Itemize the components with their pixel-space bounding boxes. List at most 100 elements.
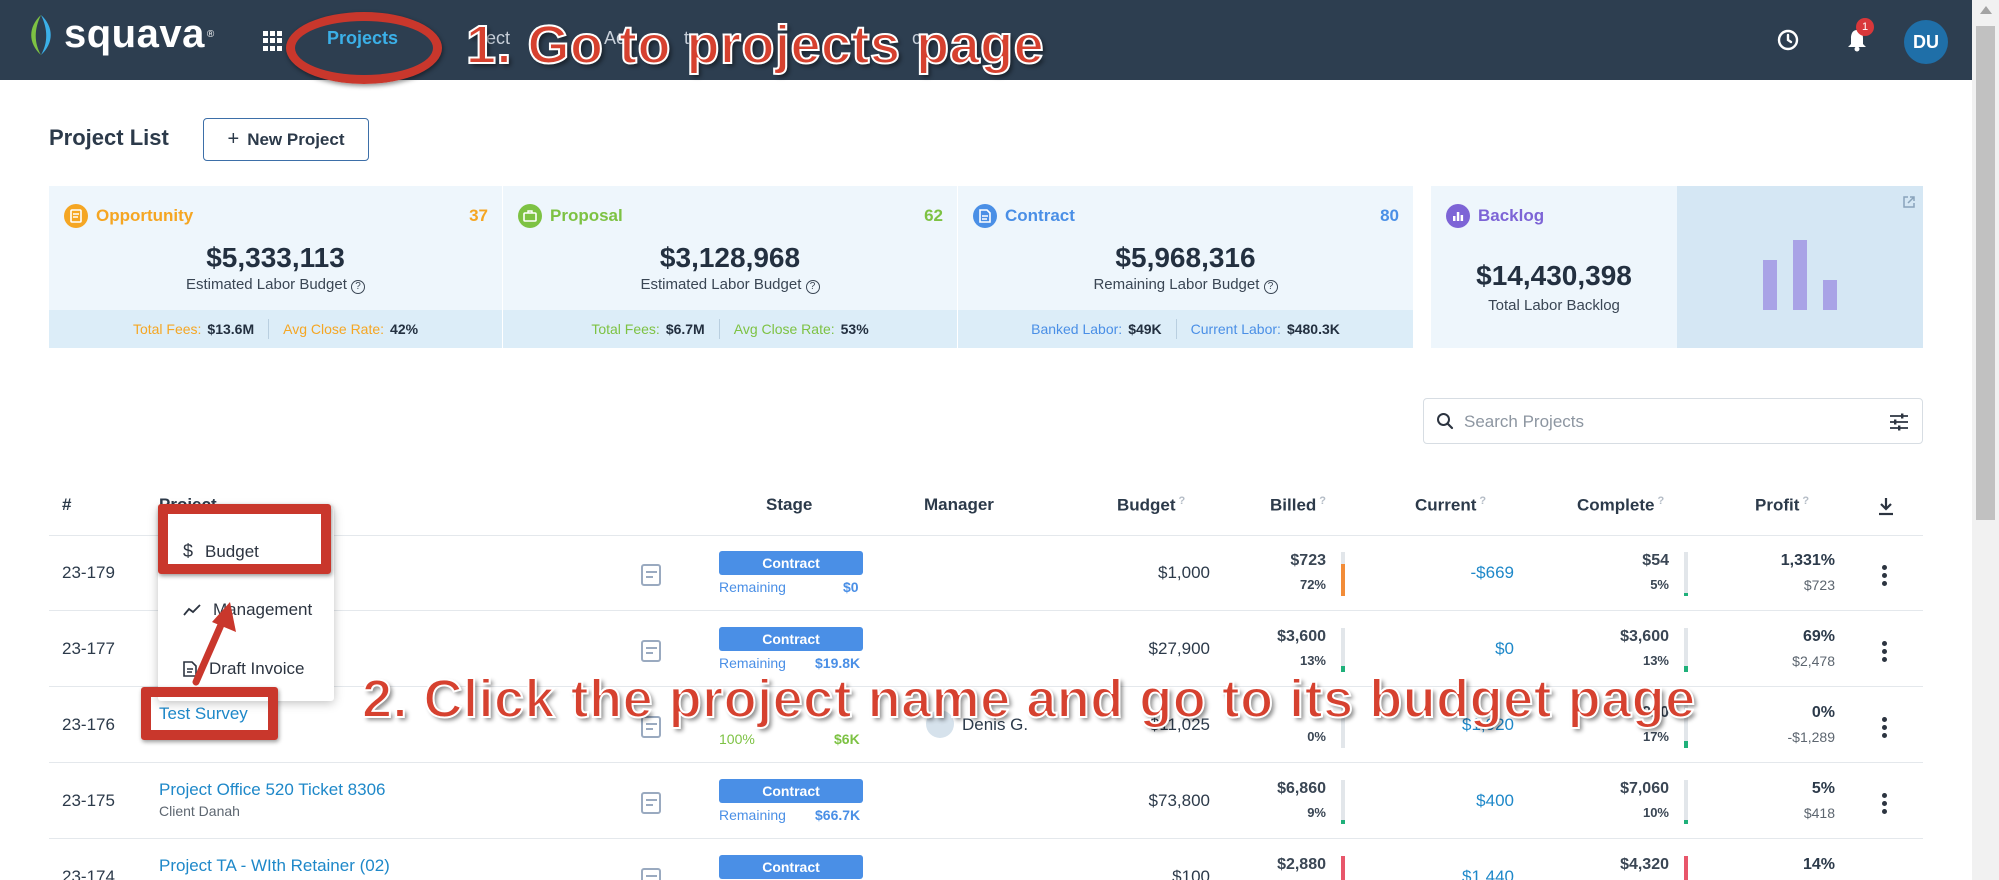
notification-badge: 1 [1856, 18, 1874, 36]
current-value[interactable]: $400 [1400, 791, 1514, 811]
stage-value: $66.7K [815, 807, 861, 823]
row-menu-icon[interactable] [1882, 641, 1888, 665]
stage-badge[interactable]: Contract [719, 779, 863, 803]
budget-value: $100 [1172, 867, 1210, 880]
document-icon [64, 204, 88, 228]
leaf-logo-icon [31, 14, 51, 55]
highlight-box-budget [158, 504, 331, 574]
scroll-up-arrow-icon[interactable] [1980, 6, 1992, 14]
column-header-complete[interactable]: Complete? [1577, 495, 1664, 516]
proposal-card[interactable]: Proposal 62 $3,128,968 Estimated Labor B… [503, 186, 957, 348]
project-number: 23-177 [62, 639, 115, 658]
budget-value: $73,800 [1148, 791, 1210, 810]
stage-badge[interactable]: Contract [719, 627, 863, 651]
row-menu-icon[interactable] [1882, 793, 1888, 817]
help-circle-icon[interactable]: ? [1263, 280, 1278, 294]
profit-amount: $2,478 [1792, 653, 1835, 669]
billed-percent: 0% [1307, 729, 1326, 744]
row-menu-icon[interactable] [1882, 717, 1888, 741]
highlight-ellipse-projects [286, 12, 442, 84]
mini-bar-2 [1793, 240, 1807, 310]
bar-chart-icon [1446, 204, 1470, 228]
help-circle-icon[interactable]: ? [351, 280, 366, 294]
current-value[interactable]: $0 [1400, 639, 1514, 659]
stage-badge[interactable]: Contract [719, 855, 863, 879]
notes-icon[interactable] [641, 868, 661, 880]
card-footer: Banked Labor: $49K Current Labor: $480.3K [958, 310, 1413, 348]
new-project-button[interactable]: + New Project [203, 118, 369, 161]
notes-icon[interactable] [641, 640, 661, 662]
search-projects-input[interactable]: Search Projects [1423, 398, 1923, 444]
squava-logo[interactable]: squava ® [24, 12, 214, 57]
download-icon[interactable] [1878, 496, 1894, 516]
card-title: Proposal [550, 206, 623, 225]
complete-percent: 5% [1650, 577, 1669, 592]
column-header-current[interactable]: Current? [1415, 495, 1486, 516]
scrollbar-thumb[interactable] [1976, 26, 1995, 520]
billed-value: $723 [1290, 552, 1326, 569]
user-avatar[interactable]: DU [1904, 20, 1948, 64]
complete-value: $54 [1642, 552, 1669, 569]
column-header-manager[interactable]: Manager [924, 495, 994, 515]
column-header-profit[interactable]: Profit? [1755, 495, 1809, 516]
column-header-stage[interactable]: Stage [766, 495, 812, 515]
profit-percent: 1,331% [1780, 552, 1835, 569]
opportunity-card[interactable]: Opportunity 37 $5,333,113 Estimated Labo… [49, 186, 502, 348]
complete-progress [1684, 628, 1688, 672]
backlog-amount: $14,430,398 [1476, 260, 1632, 291]
notes-icon[interactable] [641, 792, 661, 814]
card-subtitle: Remaining Labor Budget ? [958, 276, 1413, 294]
stage-value: $0 [843, 579, 859, 595]
project-number: 23-179 [62, 563, 115, 582]
column-header-billed[interactable]: Billed? [1270, 495, 1326, 516]
contract-card[interactable]: Contract 80 $5,968,316 Remaining Labor B… [958, 186, 1413, 348]
budget-value: $27,900 [1148, 639, 1210, 658]
project-name-link[interactable]: Project Office 520 Ticket 8306 [159, 780, 385, 800]
billed-percent: 13% [1299, 653, 1326, 668]
backlog-subtitle: Total Labor Backlog [1488, 297, 1620, 314]
briefcase-icon [518, 204, 542, 228]
billed-progress [1341, 552, 1345, 596]
help-circle-icon[interactable]: ? [805, 280, 820, 294]
annotation-step-2: 2. Click the project name and go to its … [361, 668, 1696, 730]
external-link-icon[interactable] [1902, 195, 1916, 209]
card-count: 62 [924, 206, 943, 225]
row-menu-icon[interactable] [1882, 565, 1888, 589]
row-divider [49, 762, 1923, 763]
project-name-link[interactable]: Project TA - WIth Retainer (02) [159, 856, 390, 876]
complete-percent: 13% [1642, 653, 1669, 668]
billed-percent: 72% [1299, 577, 1326, 592]
backlog-mini-chart[interactable] [1677, 186, 1923, 348]
apps-grid-icon[interactable] [263, 31, 283, 51]
stage-label: Remaining [719, 579, 786, 595]
filter-sliders-icon[interactable] [1889, 413, 1909, 431]
annotation-step-1: 1. Go to projects page [465, 14, 1045, 76]
budget-value: $1,000 [1158, 563, 1210, 582]
card-amount: $5,968,316 [1115, 242, 1256, 273]
complete-progress [1684, 856, 1688, 880]
column-header-budget[interactable]: Budget? [1117, 495, 1185, 516]
card-title: Backlog [1478, 206, 1545, 225]
notes-icon[interactable] [641, 564, 661, 586]
profit-percent: 0% [1811, 704, 1835, 721]
card-title: Opportunity [96, 206, 194, 225]
card-subtitle: Estimated Labor Budget ? [503, 276, 957, 294]
card-count: 80 [1380, 206, 1399, 225]
current-value[interactable]: -$669 [1400, 563, 1514, 583]
current-value[interactable]: $1,440 [1400, 867, 1514, 880]
annotation-arrow-icon [192, 602, 236, 686]
project-number: 23-176 [62, 715, 115, 734]
card-subtitle: Estimated Labor Budget ? [49, 276, 502, 294]
profit-amount: $723 [1803, 577, 1835, 593]
complete-percent: 17% [1642, 729, 1669, 744]
billed-value: $2,880 [1277, 856, 1326, 873]
clock-icon[interactable] [1776, 28, 1800, 52]
brand-name: squava [64, 12, 205, 56]
stage-badge[interactable]: Contract [719, 551, 863, 575]
complete-value: $7,060 [1620, 780, 1669, 797]
billed-value: $3,600 [1277, 628, 1326, 645]
highlight-box-test-survey [141, 687, 278, 740]
stage-value: $6K [834, 731, 860, 747]
billed-progress [1341, 628, 1345, 672]
billed-progress [1341, 780, 1345, 824]
